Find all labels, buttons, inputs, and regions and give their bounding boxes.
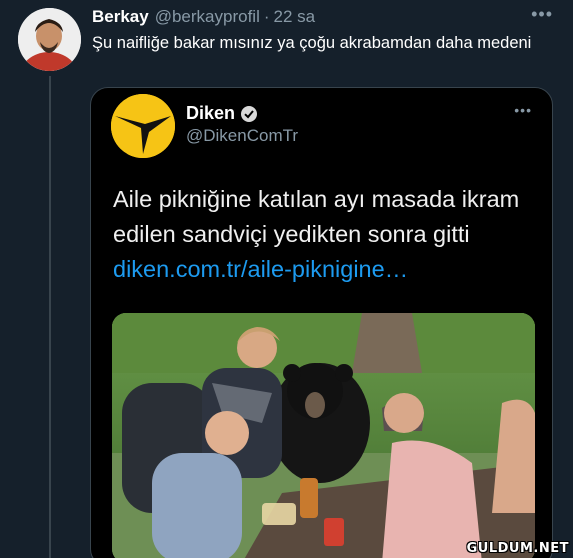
avatar-image (18, 8, 81, 71)
watermark: GULDUM.NET (466, 541, 569, 556)
author-handle[interactable]: @berkayprofil (155, 7, 260, 27)
thread-line (49, 76, 51, 558)
quoted-author-name[interactable]: Diken (186, 103, 235, 124)
article-link[interactable]: diken.com.tr/aile-piknigine… (113, 256, 408, 282)
article-photo[interactable] (112, 313, 535, 558)
separator: · (263, 7, 270, 26)
quoted-text-body: Aile pikniğine katılan ayı masada ikram … (113, 186, 520, 247)
quoted-more-icon[interactable]: ••• (514, 102, 532, 118)
quoted-author-name-row: Diken (186, 103, 258, 124)
quoted-tweet-card[interactable]: Diken @DikenComTr ••• Aile pikniğine kat… (90, 87, 553, 558)
avatar[interactable] (18, 8, 81, 71)
author-name[interactable]: Berkay (92, 7, 149, 27)
more-horizontal-icon[interactable]: ••• (531, 4, 553, 25)
timestamp[interactable]: 22 sa (274, 7, 316, 27)
diken-logo[interactable] (111, 94, 175, 158)
tweet-text: Şu naifliğe bakar mısınız ya çoğu akraba… (92, 34, 532, 52)
diken-logo-icon (111, 94, 175, 158)
bear-picnic-image (112, 313, 535, 558)
tweet-header: Berkay @berkayprofil · 22 sa (92, 6, 557, 28)
verified-badge-icon (241, 105, 258, 122)
quoted-author-handle[interactable]: @DikenComTr (186, 126, 298, 146)
quoted-text: Aile pikniğine katılan ayı masada ikram … (113, 182, 543, 287)
